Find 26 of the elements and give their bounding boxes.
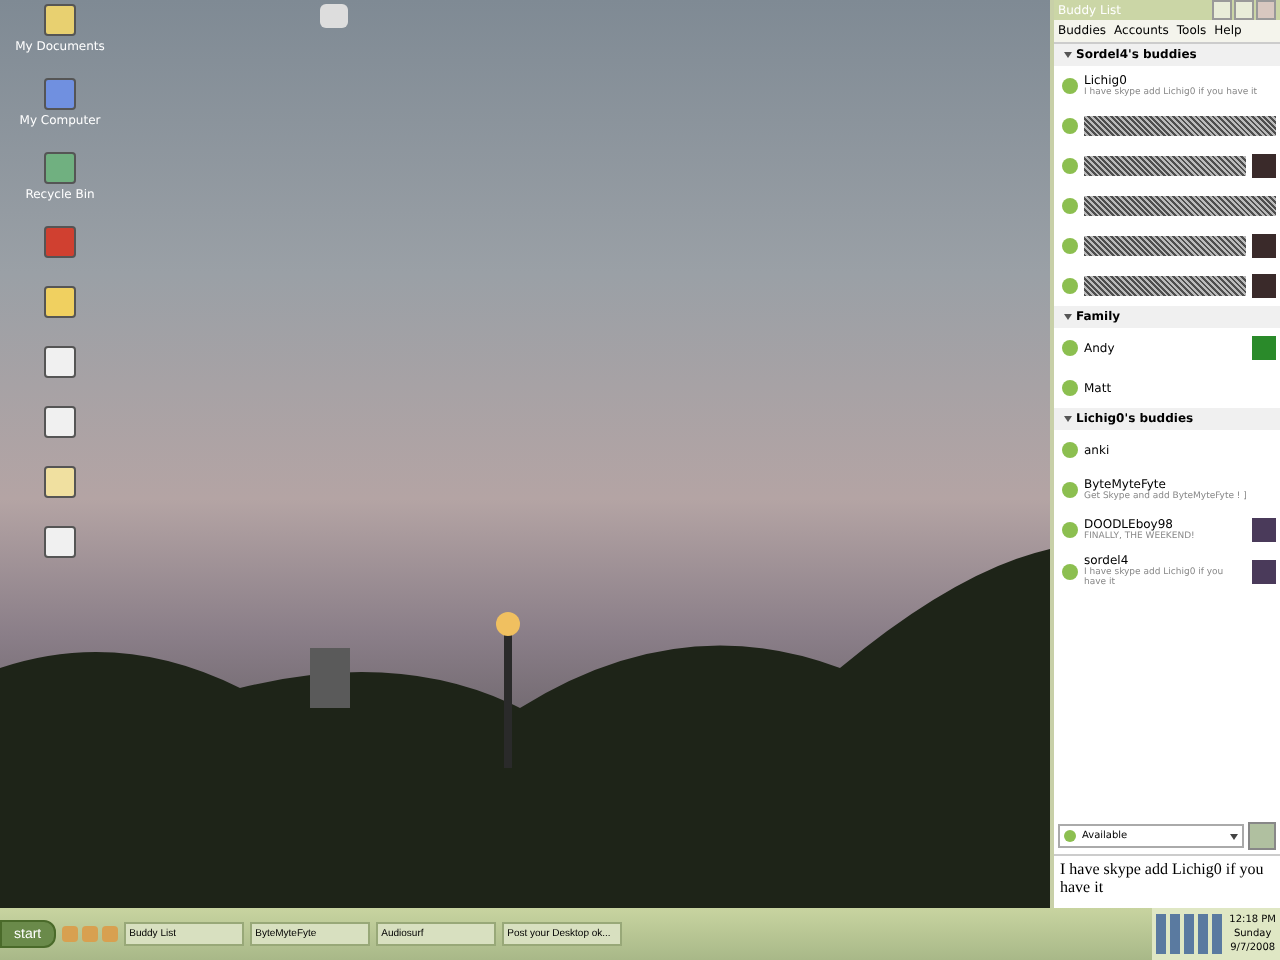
desktop-icon[interactable] [44, 526, 76, 558]
desktop-icon[interactable] [44, 346, 76, 378]
desktop-icon[interactable] [44, 466, 76, 498]
minimize-icon[interactable] [1212, 0, 1232, 20]
available-status-icon [1062, 278, 1078, 294]
desktop-icon[interactable] [44, 4, 76, 36]
available-status-icon [1062, 198, 1078, 214]
desktop-icon[interactable] [44, 406, 76, 438]
available-status-icon [1062, 442, 1078, 458]
available-status-icon [1062, 482, 1078, 498]
available-status-icon [1062, 158, 1078, 174]
desktop-icon[interactable] [44, 152, 76, 184]
desktop-icon[interactable] [44, 286, 76, 318]
available-status-icon [1062, 563, 1078, 579]
available-status-icon [1062, 78, 1078, 94]
available-status-icon [1062, 522, 1078, 538]
dropdown-caret-icon[interactable] [1230, 833, 1238, 839]
buddy-icon-button[interactable] [1248, 822, 1276, 850]
available-status-icon [1062, 238, 1078, 254]
available-status-icon [1062, 340, 1078, 356]
available-status-icon [1062, 118, 1078, 134]
available-status-icon [1062, 380, 1078, 396]
drive-icon[interactable] [320, 4, 348, 28]
close-icon[interactable] [1256, 0, 1276, 20]
maximize-icon[interactable] [1234, 0, 1254, 20]
tray-icons-drawing [1155, 914, 1224, 954]
